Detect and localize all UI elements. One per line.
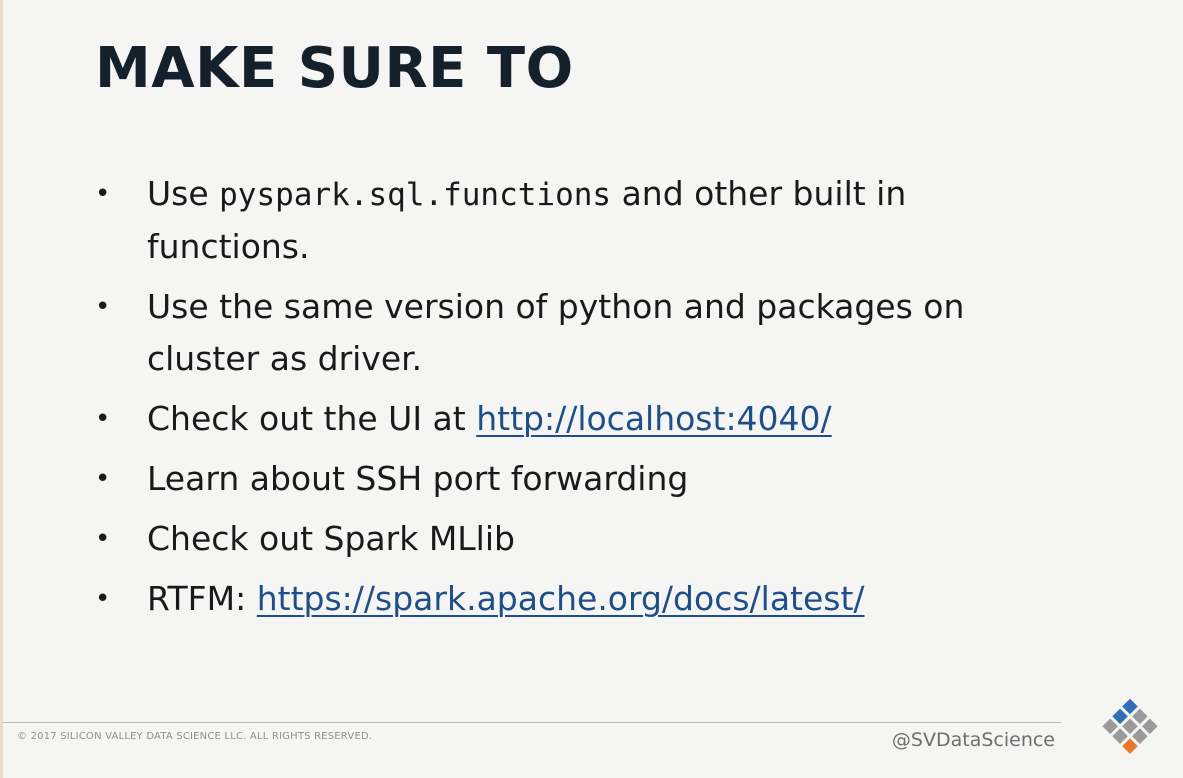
bullet-icon: • <box>95 179 111 209</box>
footer-divider <box>3 722 1061 723</box>
logo-square-bottom <box>1112 728 1128 744</box>
logo-square-left <box>1112 708 1128 725</box>
bullet-text-prefix: Use <box>147 174 220 213</box>
logo-square-bottom-left <box>1102 718 1118 735</box>
bullet-text: Learn about SSH port forwarding <box>147 459 689 498</box>
bullet-icon: • <box>95 292 111 322</box>
code-snippet: pyspark.sql.functions <box>219 177 612 213</box>
logo-square-right <box>1142 718 1158 735</box>
footer-twitter-handle: @SVDataScience <box>891 729 1055 751</box>
bullet-item-builtin-functions: • Use pyspark.sql.functions and other bu… <box>93 168 1053 273</box>
footer-copyright: © 2017 SILICON VALLEY DATA SCIENCE LLC. … <box>17 731 373 742</box>
logo-square-center <box>1122 718 1138 735</box>
bullet-item-ssh-forwarding: • Learn about SSH port forwarding <box>93 453 1053 505</box>
bullet-item-same-version: • Use the same version of python and pac… <box>93 281 1053 385</box>
bullet-text: Use the same version of python and packa… <box>147 287 965 378</box>
bullet-text-prefix: RTFM: <box>147 579 257 618</box>
localhost-ui-link[interactable]: http://localhost:4040/ <box>476 399 831 438</box>
logo-square-bottom-right <box>1122 738 1138 754</box>
svds-logo-icon <box>1102 698 1158 754</box>
bullet-item-rtfm: • RTFM: https://spark.apache.org/docs/la… <box>93 573 1053 625</box>
slide-title: MAKE SURE TO <box>95 36 574 101</box>
bullet-icon: • <box>95 404 111 434</box>
slide: MAKE SURE TO • Use pyspark.sql.functions… <box>0 0 1183 778</box>
bullet-icon: • <box>95 584 111 614</box>
bullet-text: Check out Spark MLlib <box>147 519 515 558</box>
logo-square-top-right <box>1132 708 1148 725</box>
bullet-text-prefix: Check out the UI at <box>147 399 477 438</box>
bullet-list: • Use pyspark.sql.functions and other bu… <box>93 168 1053 633</box>
spark-docs-link[interactable]: https://spark.apache.org/docs/latest/ <box>257 579 865 618</box>
bullet-icon: • <box>95 524 111 554</box>
bullet-item-check-ui: • Check out the UI at http://localhost:4… <box>93 393 1053 445</box>
logo-square-center-right <box>1132 728 1148 744</box>
bullet-icon: • <box>95 464 111 494</box>
bullet-item-mllib: • Check out Spark MLlib <box>93 513 1053 565</box>
logo-square-top <box>1122 698 1138 715</box>
